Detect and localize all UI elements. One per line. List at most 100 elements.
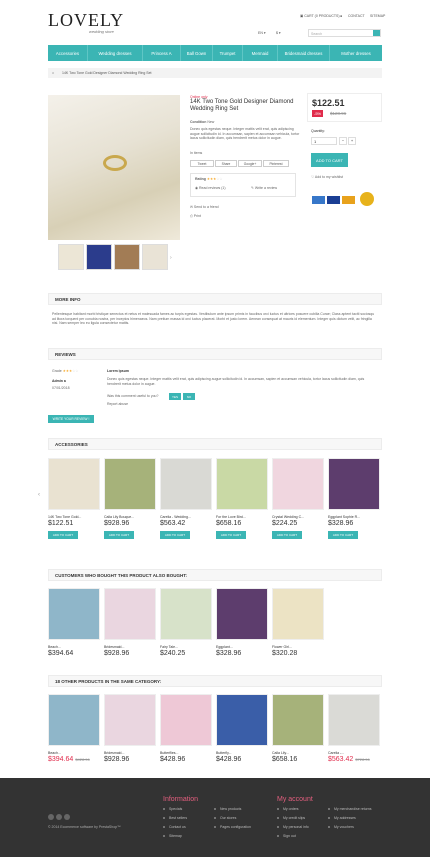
product-image[interactable]	[48, 588, 100, 640]
product-image[interactable]	[48, 694, 100, 746]
send-friend-link[interactable]: ✉ Send to a friend	[190, 205, 219, 210]
facebook-share-button[interactable]: Share	[215, 160, 237, 167]
footer-link-best-sellers[interactable]: Best sellers	[163, 814, 187, 823]
product-name[interactable]: Bridesmaid...	[104, 751, 158, 755]
also-bought-item[interactable]: Flower Girl... $320.28	[272, 588, 326, 657]
nav-ball-gown[interactable]: Ball Gown	[181, 45, 213, 61]
footer-link-personal-info[interactable]: My personal info	[277, 823, 309, 832]
product-name[interactable]: Butterflies...	[160, 751, 214, 755]
product-name[interactable]: Beach...	[48, 751, 102, 755]
product-image[interactable]	[104, 588, 156, 640]
footer-link-sitemap[interactable]: Sitemap	[163, 832, 187, 841]
product-name[interactable]: Carelia -...	[328, 751, 382, 755]
prev-arrow-icon[interactable]: ‹	[38, 492, 40, 498]
product-name[interactable]: Beach...	[48, 645, 102, 649]
currency-select[interactable]: $ ▾	[276, 31, 281, 35]
product-name[interactable]: 14K Two Tone Gold...	[48, 515, 102, 519]
add-to-cart-button[interactable]: ADD TO CART	[328, 531, 358, 539]
accessory-item[interactable]: Crystal Wedding C... $224.25 ADD TO CART	[272, 458, 326, 539]
same-category-item[interactable]: Beach... $394.64 $428.96	[48, 694, 102, 763]
product-name[interactable]: Carelia - Wedding...	[160, 515, 214, 519]
product-name[interactable]: Flower Girl...	[272, 645, 326, 649]
facebook-icon[interactable]	[56, 814, 62, 820]
accessory-item[interactable]: For the Love Bird... $658.16 ADD TO CART	[216, 458, 270, 539]
footer-link-pages-config[interactable]: Pages configuration	[214, 823, 251, 832]
product-image[interactable]	[160, 588, 212, 640]
nav-bridesmaid-dresses[interactable]: Bridesmaid dresses	[278, 45, 330, 61]
also-bought-item[interactable]: Fairy Tale... $240.25	[160, 588, 214, 657]
twitter-icon[interactable]	[48, 814, 54, 820]
product-image[interactable]	[328, 458, 380, 510]
cart-link[interactable]: ▣ CART (0 PRODUCTS)	[300, 14, 340, 18]
product-image[interactable]	[48, 458, 100, 510]
product-name[interactable]: Eggplant...	[216, 645, 270, 649]
add-to-cart-button[interactable]: ADD TO CART	[48, 531, 78, 539]
also-bought-item[interactable]: Beach... $394.64	[48, 588, 102, 657]
nav-princess-a[interactable]: Princess A	[143, 45, 181, 61]
search-input[interactable]: Search	[308, 29, 381, 37]
add-to-cart-button[interactable]: ADD TO CART	[216, 531, 246, 539]
google-plus-icon[interactable]	[64, 814, 70, 820]
product-image[interactable]	[160, 458, 212, 510]
sitemap-link[interactable]: SITEMAP	[370, 14, 385, 18]
product-image[interactable]	[104, 458, 156, 510]
pinterest-button[interactable]: Pinterest	[263, 160, 289, 167]
nav-accessories[interactable]: Accessories	[48, 45, 88, 61]
footer-link-credit-slips[interactable]: My credit slips	[277, 814, 309, 823]
nav-mermaid[interactable]: Mermaid	[243, 45, 278, 61]
thumbnail-4[interactable]	[142, 244, 168, 270]
write-review-link[interactable]: ✎ Write a review	[251, 186, 277, 191]
product-image[interactable]	[216, 458, 268, 510]
also-bought-item[interactable]: Eggplant... $328.96	[216, 588, 270, 657]
add-to-cart-button[interactable]: ADD TO CART	[160, 531, 190, 539]
footer-link-vouchers[interactable]: My vouchers	[328, 823, 372, 832]
thumbnail-3[interactable]	[114, 244, 140, 270]
useful-no-button[interactable]: NO	[183, 393, 195, 400]
footer-link-my-orders[interactable]: My orders	[277, 805, 309, 814]
print-link[interactable]: ⎙ Print	[190, 214, 201, 219]
footer-link-our-stores[interactable]: Our stores	[214, 814, 251, 823]
product-name[interactable]: Crystal Wedding C...	[272, 515, 326, 519]
home-icon[interactable]: ⌂	[52, 71, 54, 75]
nav-mother-dresses[interactable]: Mother dresses	[330, 45, 382, 61]
add-to-cart-button[interactable]: ADD TO CART	[272, 531, 302, 539]
thumbnail-1[interactable]	[58, 244, 84, 270]
add-to-cart-button[interactable]: ADD TO CART	[311, 153, 348, 167]
product-image[interactable]	[104, 694, 156, 746]
footer-link-sign-out[interactable]: Sign out	[277, 832, 309, 841]
product-main-image[interactable]	[48, 95, 180, 240]
same-category-item[interactable]: Butterfly... $428.96	[216, 694, 270, 763]
footer-link-specials[interactable]: Specials	[163, 805, 187, 814]
product-name[interactable]: Calla Lily Bouque...	[104, 515, 158, 519]
product-image[interactable]	[272, 458, 324, 510]
contact-link[interactable]: CONTACT	[348, 14, 365, 18]
nav-wedding-dresses[interactable]: Wedding dresses	[88, 45, 143, 61]
product-name[interactable]: Eggplant Sophie R...	[328, 515, 382, 519]
quantity-plus-button[interactable]: +	[348, 137, 356, 145]
add-to-cart-button[interactable]: ADD TO CART	[104, 531, 134, 539]
write-review-button[interactable]: WRITE YOUR REVIEW !	[48, 415, 94, 423]
google-plus-button[interactable]: Google+	[238, 160, 262, 167]
search-button[interactable]	[373, 30, 380, 36]
product-name[interactable]: Calla Lily...	[272, 751, 326, 755]
product-image[interactable]	[328, 694, 380, 746]
same-category-item[interactable]: Calla Lily... $658.16	[272, 694, 326, 763]
product-image[interactable]	[216, 588, 268, 640]
product-name[interactable]: Bridesmaid...	[104, 645, 158, 649]
logo[interactable]: LOVELY	[48, 10, 124, 31]
also-bought-item[interactable]: Bridesmaid... $928.96	[104, 588, 158, 657]
accessory-item[interactable]: Carelia - Wedding... $563.42 ADD TO CART	[160, 458, 214, 539]
thumbnail-2[interactable]	[86, 244, 112, 270]
read-reviews-link[interactable]: ◉ Read reviews (1)	[195, 186, 226, 191]
same-category-item[interactable]: Carelia -... $563.42 $728.96	[328, 694, 382, 763]
product-name[interactable]: For the Love Bird...	[216, 515, 270, 519]
tweet-button[interactable]: Tweet	[190, 160, 214, 167]
quantity-input[interactable]: 1	[311, 137, 337, 145]
same-category-item[interactable]: Butterflies... $428.96	[160, 694, 214, 763]
nav-trumpet[interactable]: Trumpet	[213, 45, 243, 61]
footer-link-addresses[interactable]: My addresses	[328, 814, 372, 823]
footer-link-contact[interactable]: Contact us	[163, 823, 187, 832]
product-name[interactable]: Butterfly...	[216, 751, 270, 755]
user-icon[interactable]: ●	[340, 14, 342, 18]
accessory-item[interactable]: Eggplant Sophie R... $328.96 ADD TO CART	[328, 458, 382, 539]
